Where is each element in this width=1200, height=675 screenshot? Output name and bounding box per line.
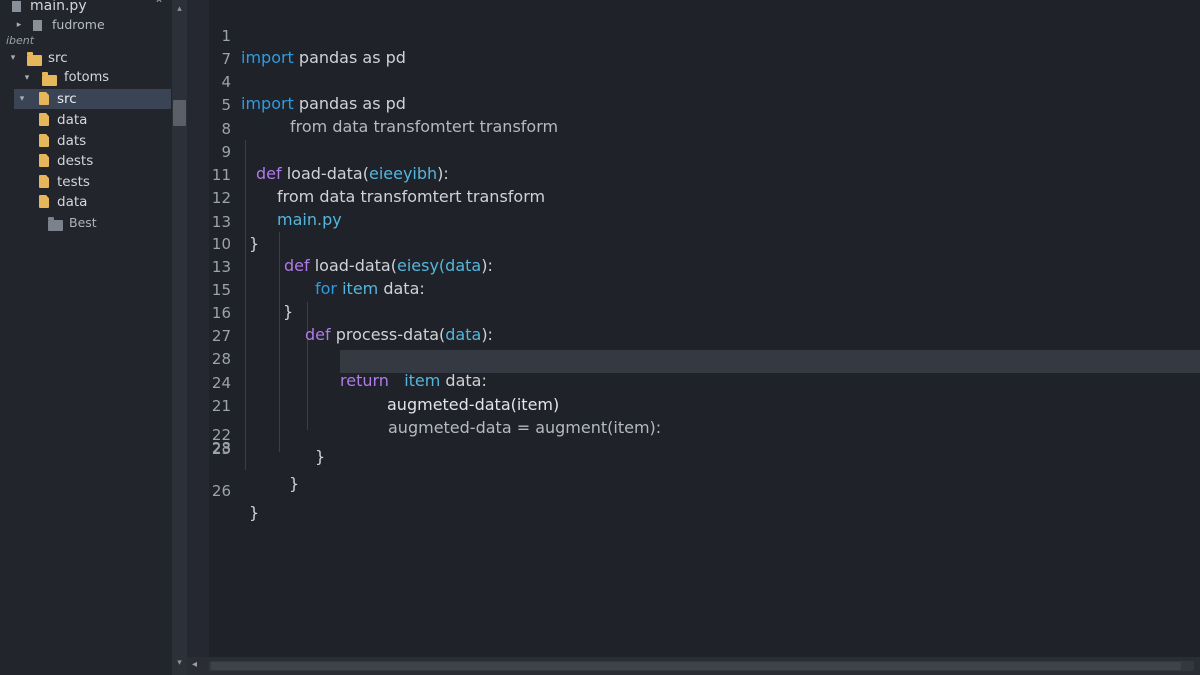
code-text: main.py — [277, 210, 342, 229]
file-icon — [39, 195, 49, 208]
code-line[interactable]: 23 } — [209, 429, 299, 493]
chevron-down-icon[interactable]: ▾ — [22, 68, 32, 88]
code-line[interactable]: 27 — [209, 303, 231, 345]
code-text: } — [289, 474, 300, 493]
code-line[interactable]: 8 — [209, 96, 231, 138]
tree-item-dats[interactable]: dats — [0, 131, 172, 151]
code-text: def process-data(data): — [305, 325, 493, 344]
code-line[interactable]: 21 augmeted-data = augment(item): — [209, 373, 661, 437]
scrollbar-thumb[interactable] — [211, 662, 1181, 670]
code-line[interactable]: 15 } — [209, 257, 293, 321]
line-number: 23 — [211, 440, 231, 458]
file-icon — [12, 1, 21, 12]
file-icon — [39, 175, 49, 188]
code-line[interactable]: 5 from data transfomtert transform — [209, 72, 558, 136]
code-text: } — [249, 503, 260, 522]
code-line[interactable]: 13 for item data: — [209, 234, 425, 298]
scroll-down-icon[interactable]: ▾ — [172, 658, 187, 668]
code-line[interactable]: 13 } — [209, 189, 259, 253]
tree-item-dests[interactable]: dests — [0, 151, 172, 171]
file-icon — [33, 20, 42, 31]
code-text: from data transfomtert transform — [290, 117, 559, 136]
code-line[interactable]: 26 } — [209, 458, 259, 522]
code-line[interactable]: 16 def process-data(data): — [209, 280, 493, 344]
code-text: return item data: — [340, 371, 487, 390]
code-text: } — [249, 234, 260, 253]
file-explorer-sidebar: main.py ⌃ ▸ fudrome ibent ▾ src ▾ fotoms… — [0, 0, 172, 675]
file-icon — [39, 134, 49, 147]
indent-guide — [279, 232, 280, 452]
chevron-down-icon[interactable]: ▾ — [8, 48, 18, 68]
code-line[interactable]: 28 return item data: — [209, 326, 487, 390]
indent-guide — [307, 302, 308, 430]
folder-icon — [48, 217, 63, 231]
collapse-icon[interactable]: ⌃ — [154, 0, 164, 14]
code-text: } — [315, 447, 326, 466]
folder-icon — [42, 72, 57, 86]
scroll-up-icon[interactable]: ▴ — [172, 4, 187, 14]
tree-item-label: src — [57, 91, 77, 107]
code-line[interactable]: 7 — [209, 26, 231, 68]
sidebar-scrollbar[interactable]: ▴ ▾ — [172, 0, 187, 675]
code-line[interactable]: 4 import pandas as pd — [209, 49, 405, 113]
scroll-left-icon[interactable]: ◂ — [192, 659, 197, 670]
tree-item-best[interactable]: Best — [0, 213, 172, 233]
indent-guide — [245, 140, 246, 470]
tree-item-label: data — [57, 194, 88, 210]
explorer-title-row[interactable]: main.py ⌃ — [0, 0, 172, 16]
explorer-title: main.py — [30, 0, 87, 14]
code-text: from data transfomtert transform — [277, 187, 546, 206]
tree-item-label: data — [57, 112, 88, 128]
code-line-current[interactable]: 24 augmeted-data(item) — [209, 350, 559, 414]
file-icon — [39, 154, 49, 167]
code-line[interactable]: 12 main.py — [209, 165, 342, 229]
tree-item-label: tests — [57, 174, 90, 190]
tree-item-src-selected[interactable]: ▾ src — [14, 89, 171, 109]
horizontal-scrollbar[interactable]: ◂ — [187, 657, 1200, 675]
code-editor[interactable]: 1 import pandas as pd 7 4 import pandas … — [209, 0, 1200, 657]
chevron-down-icon[interactable]: ▾ — [17, 89, 27, 109]
code-line[interactable]: 10 def load-data(eiesy(data): — [209, 211, 493, 275]
editor-gutter — [187, 0, 209, 675]
code-text: augmeted-data = augment(item): — [388, 418, 662, 437]
tree-item-data[interactable]: data — [0, 110, 172, 130]
tree-item-label: src — [48, 50, 68, 66]
code-text: for item data: — [315, 279, 425, 298]
file-icon — [39, 92, 49, 105]
tree-item-src[interactable]: ▾ src — [0, 48, 172, 68]
scrollbar-thumb[interactable] — [173, 100, 186, 126]
tree-item-label: dests — [57, 153, 94, 169]
tree-item-label: fotoms — [64, 70, 110, 85]
code-text: def load-data(eiesy(data): — [284, 256, 493, 275]
folder-icon — [27, 52, 42, 66]
tree-item-tests[interactable]: tests — [0, 172, 172, 192]
code-text: def load-data(eieeyibh): — [256, 164, 449, 183]
code-text: import pandas as pd — [241, 48, 406, 67]
code-line[interactable]: 9 def load-data(eieeyibh): — [209, 119, 448, 183]
tree-item-data-2[interactable]: data — [0, 192, 172, 212]
line-number: 26 — [211, 482, 231, 500]
file-icon — [39, 113, 49, 126]
tree-item-fotoms[interactable]: ▾ fotoms — [0, 68, 172, 88]
code-text: augmeted-data(item) — [387, 395, 560, 414]
code-line[interactable]: 11 from data transfomtert transform — [209, 142, 545, 206]
tree-item-label: Best — [69, 215, 97, 230]
code-line[interactable]: 1 import pandas as pd — [209, 3, 405, 67]
tree-item-label: dats — [57, 133, 87, 149]
code-text: import pandas as pd — [241, 94, 406, 113]
code-text: } — [283, 302, 294, 321]
